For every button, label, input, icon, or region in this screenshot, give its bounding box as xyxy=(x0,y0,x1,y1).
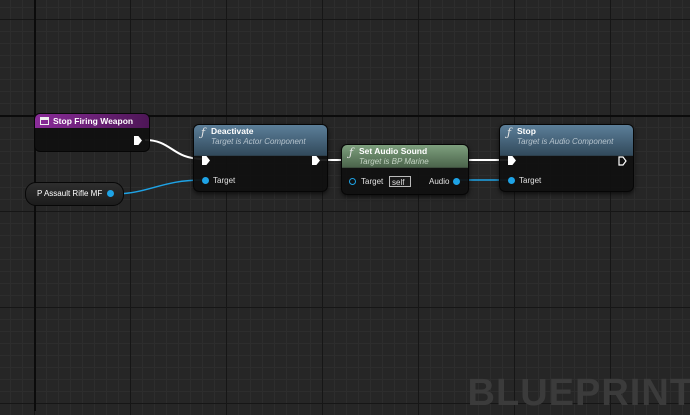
variable-node-assault-rifle[interactable]: P Assault Rifle MF xyxy=(25,182,124,206)
event-node-title: Stop Firing Weapon xyxy=(53,116,134,126)
function-node-deactivate[interactable]: ƒ Deactivate Target is Actor Component T… xyxy=(193,124,328,192)
deactivate-exec-out-pin[interactable] xyxy=(312,156,320,165)
function-icon: ƒ xyxy=(507,126,512,139)
blueprint-watermark: BLUEPRINT xyxy=(467,372,690,414)
deactivate-subtitle: Target is Actor Component xyxy=(211,137,306,146)
set-audio-subtitle: Target is BP Marine xyxy=(359,157,429,166)
data-wire-rifle-to-deactivate-target[interactable] xyxy=(111,179,204,195)
stop-exec-in-pin[interactable] xyxy=(508,156,516,165)
function-node-stop[interactable]: ƒ Stop Target is Audio Component Target xyxy=(499,124,634,192)
set-audio-audio-label: Audio xyxy=(429,177,450,186)
stop-title: Stop xyxy=(517,126,536,136)
event-node-stop-firing-weapon[interactable]: Stop Firing Weapon xyxy=(34,113,150,152)
deactivate-target-label: Target xyxy=(213,176,236,185)
stop-target-pin[interactable] xyxy=(508,177,515,184)
stop-target-label: Target xyxy=(519,176,542,185)
set-audio-header: ƒ Set Audio Sound Target is BP Marine xyxy=(342,145,468,168)
variable-out-pin[interactable] xyxy=(107,190,114,197)
function-node-set-audio-sound[interactable]: ƒ Set Audio Sound Target is BP Marine Ta… xyxy=(341,144,469,195)
stop-exec-out-pin[interactable] xyxy=(618,156,627,166)
variable-label: P Assault Rifle MF xyxy=(37,189,103,198)
event-icon xyxy=(40,117,49,125)
event-node-header: Stop Firing Weapon xyxy=(35,114,149,128)
set-audio-target-label: Target xyxy=(361,177,384,186)
deactivate-exec-in-pin[interactable] xyxy=(202,156,210,165)
set-audio-target-input[interactable]: self xyxy=(389,176,411,187)
deactivate-target-pin[interactable] xyxy=(202,177,209,184)
set-audio-target-pin[interactable] xyxy=(349,178,356,185)
exec-out-pin[interactable] xyxy=(134,136,142,145)
stop-subtitle: Target is Audio Component xyxy=(517,137,614,146)
set-audio-audio-out-pin[interactable] xyxy=(453,178,460,185)
deactivate-header: ƒ Deactivate Target is Actor Component xyxy=(194,125,327,156)
deactivate-title: Deactivate xyxy=(211,126,254,136)
function-icon: ƒ xyxy=(201,126,206,139)
set-audio-title: Set Audio Sound xyxy=(359,146,428,156)
function-icon: ƒ xyxy=(349,146,354,159)
stop-header: ƒ Stop Target is Audio Component xyxy=(500,125,633,156)
